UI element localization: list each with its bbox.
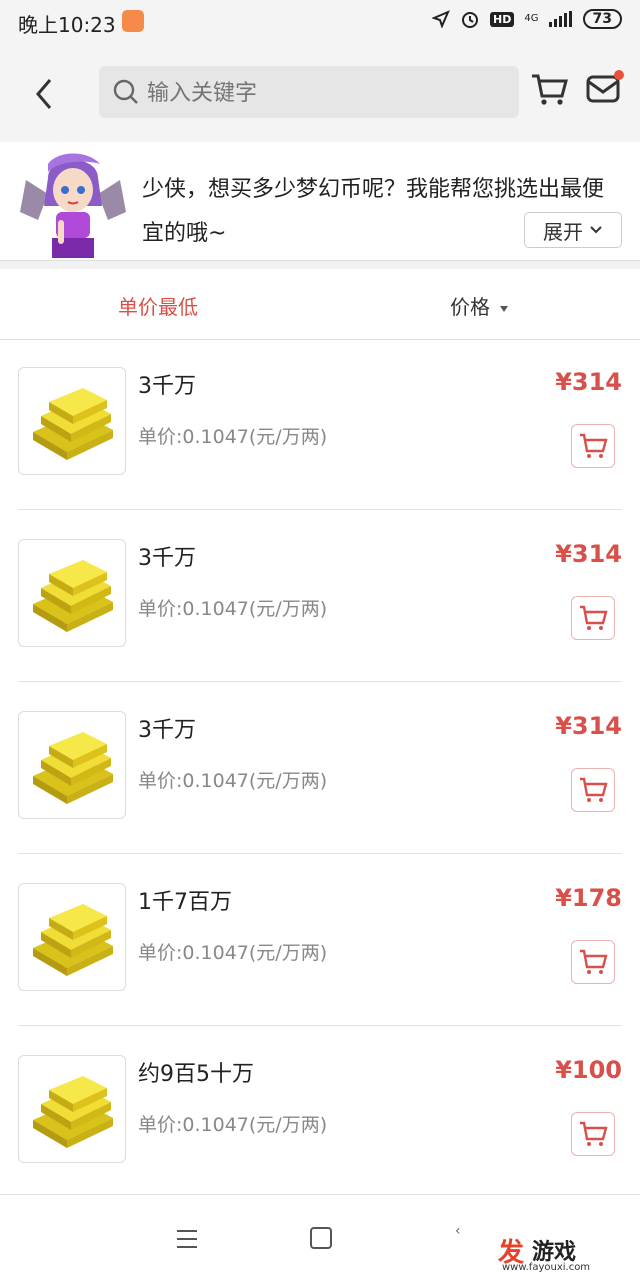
gold-bars-icon	[33, 1076, 113, 1148]
search-input[interactable]	[145, 75, 509, 111]
gold-bars-thumbnail	[18, 883, 126, 991]
chevron-down-icon	[590, 226, 602, 234]
product-title: 约9百5十万	[138, 1062, 254, 1087]
gold-bars-icon	[33, 388, 113, 460]
list-item[interactable]: 3千万 单价:0.1047(元/万两) ¥314	[0, 512, 640, 682]
cart-icon[interactable]	[530, 72, 568, 106]
list-item[interactable]: 约9百5十万 单价:0.1047(元/万两) ¥100	[0, 1028, 640, 1198]
product-title: 1千7百万	[138, 890, 232, 915]
gold-bars-icon	[33, 904, 113, 976]
product-unit-price: 单价:0.1047(元/万两)	[138, 598, 328, 620]
sort-bar: 单价最低 价格	[0, 269, 640, 340]
cart-icon	[580, 605, 608, 630]
expand-label: 展开	[543, 219, 583, 244]
watermark-logo: 发 游戏 www.fayouxi.com	[498, 1232, 638, 1276]
sort-price[interactable]: 价格	[450, 291, 508, 320]
row-divider	[18, 509, 622, 510]
add-to-cart-button[interactable]	[571, 1112, 615, 1156]
status-icons: HD 4G 73	[432, 9, 622, 29]
gold-bars-thumbnail	[18, 711, 126, 819]
section-divider	[0, 261, 640, 269]
back-gesture-icon[interactable]: ‹	[455, 1223, 461, 1239]
gold-bars-thumbnail	[18, 1055, 126, 1163]
caret-down-icon	[500, 305, 508, 312]
product-unit-price: 单价:0.1047(元/万两)	[138, 942, 328, 964]
assistant-avatar	[20, 153, 126, 258]
product-price: ¥178	[555, 884, 622, 912]
add-to-cart-button[interactable]	[571, 768, 615, 812]
unread-dot	[614, 70, 624, 80]
list-item[interactable]: 3千万 单价:0.1047(元/万两) ¥314	[0, 684, 640, 854]
add-to-cart-button[interactable]	[571, 596, 615, 640]
network-label: 4G	[524, 13, 539, 24]
product-title: 3千万	[138, 374, 196, 399]
product-price: ¥314	[555, 368, 622, 396]
list-item[interactable]: 3千万 单价:0.1047(元/万两) ¥314	[0, 340, 640, 510]
row-divider	[18, 681, 622, 682]
list-item[interactable]: 1千7百万 单价:0.1047(元/万两) ¥178	[0, 856, 640, 1026]
product-price: ¥100	[555, 1056, 622, 1084]
status-bar: 晚上10:23 HD 4G 73	[0, 0, 640, 44]
search-icon	[113, 79, 138, 104]
product-title: 3千万	[138, 546, 196, 571]
search-box[interactable]	[99, 66, 519, 118]
home-icon[interactable]	[310, 1227, 332, 1249]
back-icon[interactable]	[30, 74, 60, 114]
product-title: 3千万	[138, 718, 196, 743]
message-button[interactable]	[586, 70, 624, 108]
product-price: ¥314	[555, 712, 622, 740]
gold-bars-thumbnail	[18, 539, 126, 647]
product-unit-price: 单价:0.1047(元/万两)	[138, 770, 328, 792]
location-icon	[432, 10, 450, 28]
cart-icon	[580, 433, 608, 458]
signal-icon	[548, 11, 572, 27]
sort-price-label: 价格	[450, 295, 490, 319]
row-divider	[18, 1025, 622, 1026]
cart-icon	[580, 949, 608, 974]
gold-bars-icon	[33, 560, 113, 632]
gold-bars-icon	[33, 732, 113, 804]
assistant-banner: 少侠，想买多少梦幻币呢？我能帮您挑选出最便宜的哦~ 展开	[0, 142, 640, 261]
gold-bars-thumbnail	[18, 367, 126, 475]
row-divider	[18, 853, 622, 854]
add-to-cart-button[interactable]	[571, 424, 615, 468]
app-notification-icon	[122, 10, 144, 32]
battery-icon: 73	[582, 9, 622, 29]
watermark-url: www.fayouxi.com	[502, 1262, 591, 1273]
sort-lowest-unit-price[interactable]: 单价最低	[118, 291, 198, 320]
alarm-icon	[462, 12, 479, 28]
add-to-cart-button[interactable]	[571, 940, 615, 984]
top-bar	[0, 44, 640, 143]
product-unit-price: 单价:0.1047(元/万两)	[138, 1114, 328, 1136]
cart-icon	[580, 1121, 608, 1146]
cart-icon	[580, 777, 608, 802]
product-unit-price: 单价:0.1047(元/万两)	[138, 426, 328, 448]
status-time: 晚上10:23	[18, 13, 116, 37]
hd-icon: HD	[490, 11, 515, 27]
product-price: ¥314	[555, 540, 622, 568]
menu-icon[interactable]	[176, 1229, 198, 1249]
expand-button[interactable]: 展开	[524, 212, 622, 248]
